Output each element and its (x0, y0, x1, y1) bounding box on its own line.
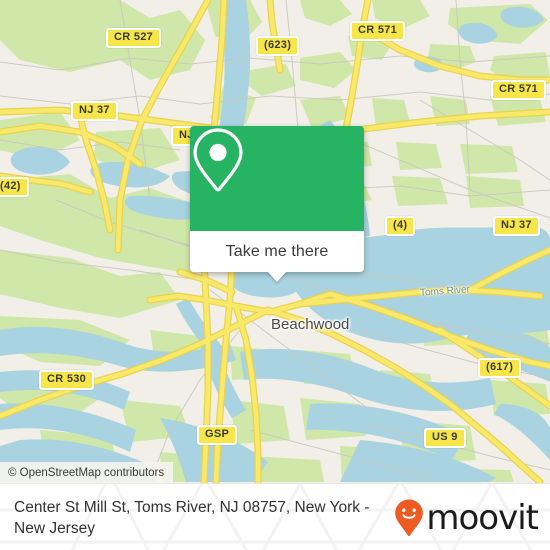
road-shield-us-9[interactable]: US 9 (424, 428, 466, 448)
road-shield-617[interactable]: (617) (478, 358, 522, 378)
road-shield-gsp[interactable]: GSP (197, 425, 238, 445)
footer-bar: Center St Mill St, Toms River, NJ 08757,… (0, 483, 550, 550)
map-popup[interactable]: Take me there (190, 126, 364, 282)
popup-action-bar[interactable]: Take me there (190, 231, 364, 282)
road-shield-nj-37-east[interactable]: NJ 37 (493, 216, 540, 236)
map-screen: Beachwood Toms River CR 527 (623) CR 571… (0, 0, 550, 550)
road-shield-623[interactable]: (623) (256, 36, 300, 56)
road-shield-nj-37-west[interactable]: NJ 37 (71, 101, 118, 121)
popup-pin-area (190, 126, 364, 231)
moovit-logo[interactable]: moovit (394, 497, 539, 538)
road-shield-cr-571-north[interactable]: CR 571 (350, 21, 406, 41)
place-label-beachwood: Beachwood (271, 316, 350, 333)
road-shield-cr-527[interactable]: CR 527 (106, 28, 162, 48)
moovit-smiley-pin-icon (395, 499, 424, 536)
road-shield-cr-571-east[interactable]: CR 571 (491, 80, 547, 100)
moovit-wordmark: moovit (426, 497, 539, 538)
location-address: Center St Mill St, Toms River, NJ 08757,… (14, 498, 370, 537)
attribution-text: © OpenStreetMap contributors (8, 466, 165, 479)
take-me-there-button[interactable]: Take me there (226, 243, 329, 261)
road-shield-42[interactable]: (42) (0, 177, 29, 197)
location-pin-icon (193, 128, 243, 192)
road-shield-4[interactable]: (4) (385, 216, 416, 236)
popup-tail-arrow (267, 271, 287, 282)
road-shield-cr-530[interactable]: CR 530 (39, 370, 95, 390)
map-canvas[interactable]: Beachwood Toms River CR 527 (623) CR 571… (0, 0, 550, 483)
map-attribution: © OpenStreetMap contributors (0, 462, 174, 483)
footer-content: Center St Mill St, Toms River, NJ 08757,… (0, 484, 550, 550)
